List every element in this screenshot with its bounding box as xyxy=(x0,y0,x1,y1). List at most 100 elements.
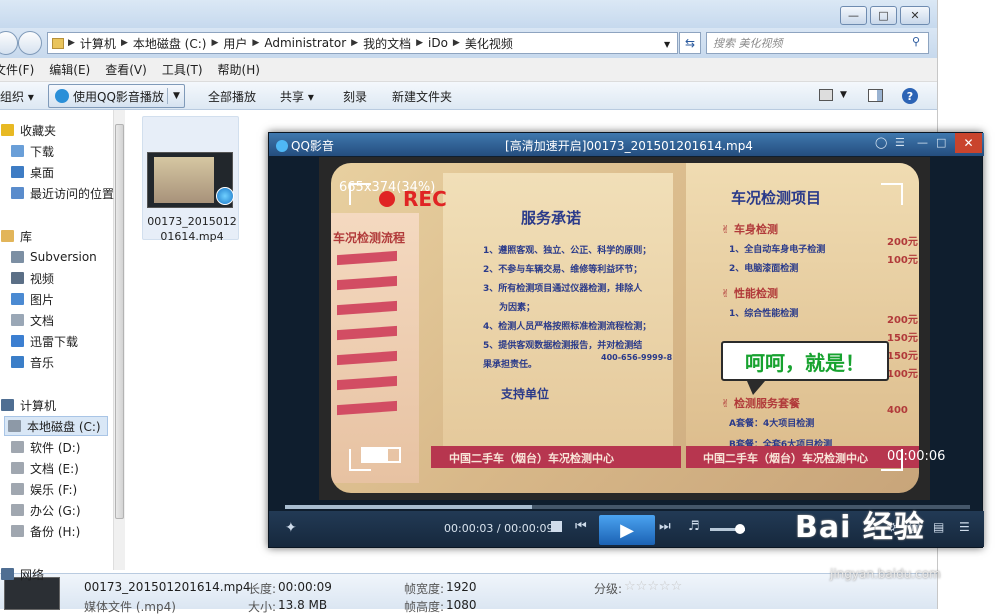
playlist-icon[interactable]: ☰ xyxy=(959,520,970,534)
chevron-right-icon: ▶ xyxy=(68,38,75,48)
sidebar-item-label: 娱乐 (F:) xyxy=(30,482,78,497)
menu-view[interactable]: 查看(V) xyxy=(105,61,147,78)
previous-icon[interactable]: ⏮ xyxy=(575,519,587,534)
preview-pane-icon[interactable] xyxy=(868,89,883,102)
sidebar-item-icon xyxy=(1,568,14,580)
search-placeholder: 搜索 美化视频 xyxy=(713,37,783,50)
address-bar[interactable]: ▶ 计算机 ▶ 本地磁盘 (C:) ▶ 用户 ▶ Administrator ▶… xyxy=(47,32,678,54)
rating-stars[interactable]: ☆☆☆☆☆ xyxy=(624,579,682,594)
sidebar-item[interactable]: 下载 xyxy=(8,141,54,161)
banner-right: 中国二手车（烟台）车况检测中心 xyxy=(703,452,868,465)
breadcrumb-item[interactable]: 计算机 xyxy=(80,35,116,52)
breadcrumb-item[interactable]: Administrator xyxy=(264,36,346,50)
forward-button[interactable] xyxy=(18,31,42,55)
organize-button[interactable]: 组织 ▾ xyxy=(0,88,34,105)
search-icon[interactable]: ⚲ xyxy=(912,35,920,48)
inspection-item: 1、全自动车身电子检测 xyxy=(729,245,826,255)
sidebar-item[interactable]: 计算机 xyxy=(0,395,56,415)
close-icon: ✕ xyxy=(963,136,974,150)
minimize-button[interactable]: — xyxy=(840,6,867,25)
star-icon[interactable]: ☆ xyxy=(659,579,671,594)
breadcrumb-item[interactable]: 我的文档 xyxy=(363,35,411,52)
view-dropdown-icon[interactable]: ▼ xyxy=(840,90,847,100)
play-button[interactable]: ▶ xyxy=(599,515,655,545)
chevron-right-icon: ▶ xyxy=(351,38,359,48)
chat-icon[interactable]: ◯ xyxy=(875,136,887,149)
promise-item: 为因素； xyxy=(499,303,536,313)
sidebar-item[interactable]: Subversion xyxy=(8,247,97,267)
sidebar-item[interactable]: 最近访问的位置 xyxy=(8,183,114,203)
star-icon[interactable]: ☆ xyxy=(624,579,636,594)
sidebar-item[interactable]: 音乐 xyxy=(8,352,54,372)
breadcrumb-item[interactable]: 用户 xyxy=(223,35,247,52)
share-button[interactable]: 共享 ▾ xyxy=(280,88,314,105)
volume-icon[interactable]: ♬ xyxy=(688,519,700,534)
mini-mode-icon[interactable]: ▤ xyxy=(933,520,944,534)
sidebar-item[interactable]: 视频 xyxy=(8,268,54,288)
sidebar-item[interactable]: 娱乐 (F:) xyxy=(8,479,77,499)
player-maximize-icon[interactable]: □ xyxy=(936,136,946,149)
view-options-icon[interactable] xyxy=(819,89,833,101)
sidebar-item[interactable]: 图片 xyxy=(8,289,54,309)
nav-scrollbar-thumb[interactable] xyxy=(115,124,124,519)
close-button[interactable]: ✕ xyxy=(900,6,930,25)
video-viewport[interactable]: 车况检测流程 服务承诺 1、遵照客观、独立、公正、科学的原则； 2、不参与车辆交易… xyxy=(319,157,945,500)
menu-file[interactable]: 文件(F) xyxy=(0,61,34,78)
sidebar-item-label: 库 xyxy=(20,229,33,244)
sidebar-item[interactable]: 备份 (H:) xyxy=(8,521,80,541)
sidebar-item[interactable]: 本地磁盘 (C:) xyxy=(4,416,108,436)
breadcrumb-item[interactable]: iDo xyxy=(428,36,448,50)
size-label: 大小: xyxy=(248,600,277,614)
help-icon[interactable]: ? xyxy=(902,88,918,104)
menu-help[interactable]: 帮助(H) xyxy=(218,61,260,78)
maximize-button[interactable]: □ xyxy=(870,6,897,25)
file-item[interactable]: 00173_201501201614.mp4 xyxy=(142,116,239,243)
menu-tools[interactable]: 工具(T) xyxy=(162,61,203,78)
back-button[interactable] xyxy=(0,31,18,55)
sidebar-item[interactable]: 网络 xyxy=(0,564,44,584)
player-close-button[interactable]: ✕ xyxy=(955,133,982,153)
promise-item: 3、所有检测项目通过仪器检测，排除人 xyxy=(483,284,643,294)
qq-player-window: QQ影音 [高清加速开启]00173_201501201614.mp4 ◯ ☰ … xyxy=(268,132,984,548)
address-dropdown-icon[interactable]: ▼ xyxy=(664,40,670,49)
sidebar-item-icon xyxy=(11,525,24,537)
address-row: ▶ 计算机 ▶ 本地磁盘 (C:) ▶ 用户 ▶ Administrator ▶… xyxy=(0,28,937,58)
sidebar-item[interactable]: 办公 (G:) xyxy=(8,500,81,520)
sidebar-item-label: 网络 xyxy=(20,567,45,582)
player-brand: QQ影音 xyxy=(276,137,334,154)
sidebar-item[interactable]: 文档 xyxy=(8,310,54,330)
next-icon[interactable]: ⏭ xyxy=(659,519,671,534)
sidebar-item[interactable]: 软件 (D:) xyxy=(8,437,80,457)
inspection-price: 150元 xyxy=(887,333,918,344)
qq-play-button[interactable]: 使用QQ影音播放 ▼ xyxy=(48,84,185,108)
qq-player-badge-icon xyxy=(216,187,234,205)
refresh-button[interactable]: ⇆ xyxy=(679,32,701,54)
menu-edit[interactable]: 编辑(E) xyxy=(49,61,90,78)
star-icon[interactable]: ☆ xyxy=(647,579,659,594)
qq-play-dropdown-icon[interactable]: ▼ xyxy=(167,88,180,104)
sidebar-item[interactable]: 迅雷下载 xyxy=(8,331,78,351)
sidebar-item[interactable]: 收藏夹 xyxy=(0,120,56,140)
file-name: 00173_201501201614.mp4 xyxy=(147,215,237,243)
sidebar-item[interactable]: 文档 (E:) xyxy=(8,458,79,478)
chevron-right-icon: ▶ xyxy=(252,38,260,48)
search-input[interactable]: 搜索 美化视频 ⚲ xyxy=(706,32,929,54)
burn-button[interactable]: 刻录 xyxy=(343,88,367,105)
play-all-button[interactable]: 全部播放 xyxy=(208,88,256,105)
star-icon[interactable]: ☆ xyxy=(636,579,648,594)
menu-icon[interactable]: ☰ xyxy=(895,136,905,149)
breadcrumb-item[interactable]: 美化视频 xyxy=(465,35,513,52)
stop-icon[interactable] xyxy=(551,521,562,532)
sidebar-item[interactable]: 库 xyxy=(0,226,32,246)
battery-icon xyxy=(361,447,401,463)
sidebar-item-icon xyxy=(11,272,24,284)
volume-knob[interactable] xyxy=(734,524,745,534)
breadcrumb-item[interactable]: 本地磁盘 (C:) xyxy=(133,35,207,52)
sidebar-item-icon xyxy=(11,335,24,347)
sidebar-item[interactable]: 桌面 xyxy=(8,162,54,182)
sidebar-item-label: 迅雷下载 xyxy=(30,334,79,349)
new-folder-button[interactable]: 新建文件夹 xyxy=(392,88,452,105)
player-minimize-icon[interactable]: — xyxy=(917,136,928,149)
star-icon[interactable]: ☆ xyxy=(671,579,683,594)
footprint-icon[interactable]: ✦ xyxy=(285,520,297,536)
